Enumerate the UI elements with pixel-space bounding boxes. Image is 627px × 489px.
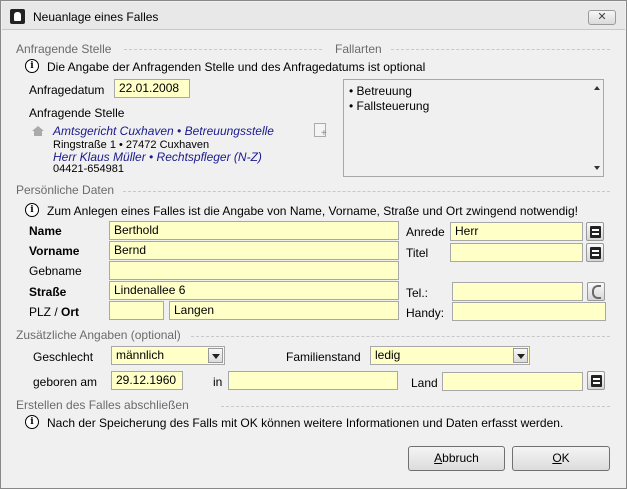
ort-value: Langen: [174, 303, 215, 317]
divider: [391, 49, 610, 50]
ort-field[interactable]: Langen: [169, 301, 399, 320]
scroll-up-icon[interactable]: [594, 86, 600, 90]
familienstand-value: ledig: [375, 348, 401, 362]
divider: [124, 49, 322, 50]
tel-field[interactable]: [452, 282, 583, 301]
info-icon: i: [25, 203, 39, 217]
gebname-label: Gebname: [29, 264, 82, 278]
vorname-value: Bernd: [114, 243, 147, 257]
gebname-field[interactable]: [109, 261, 399, 280]
ok-mnemonic: O: [552, 451, 562, 465]
strasse-field[interactable]: Lindenallee 6: [109, 281, 399, 300]
anfragende-info-text: Die Angabe der Anfragenden Stelle und de…: [47, 60, 426, 74]
titel-field[interactable]: [450, 243, 583, 262]
close-icon: ✕: [597, 11, 607, 23]
name-value: Berthold: [114, 223, 159, 237]
list-icon: [590, 247, 601, 259]
list-icon: [591, 375, 602, 387]
finish-info-text: Nach der Speicherung des Falls mit OK kö…: [47, 416, 564, 430]
section-zusaetzliche-angaben: Zusätzliche Angaben (optional): [16, 328, 181, 342]
divider: [123, 191, 610, 192]
user-icon: [10, 9, 25, 24]
abbruch-label: bbruch: [442, 451, 479, 465]
handy-label: Handy:: [406, 306, 445, 320]
land-label: Land: [411, 376, 438, 390]
section-fallarten: Fallarten: [335, 42, 382, 56]
contact-person-link[interactable]: Herr Klaus Müller • Rechtspfleger (N-Z): [53, 150, 262, 164]
geboren-value: 29.12.1960: [116, 373, 177, 387]
title-bar: Neuanlage eines Falles ✕: [2, 2, 625, 30]
plz-ort-label: PLZ / Ort: [29, 305, 79, 319]
geboren-label: geboren am: [33, 375, 98, 389]
vorname-field[interactable]: Bernd: [109, 241, 399, 260]
ok-label: K: [561, 451, 570, 465]
geschlecht-value: männlich: [116, 348, 165, 362]
section-erstellen: Erstellen des Falles abschließen: [16, 398, 189, 412]
fallarten-list[interactable]: • Betreuung • Fallsteuerung: [343, 79, 604, 177]
geburtsort-field[interactable]: [228, 371, 398, 390]
anfragedatum-field[interactable]: 22.01.2008: [114, 79, 190, 98]
geboren-field[interactable]: 29.12.1960: [111, 371, 183, 390]
anfragedatum-label: Anfragedatum: [29, 83, 105, 97]
chevron-down-icon[interactable]: [513, 348, 528, 363]
strasse-value: Lindenallee 6: [114, 283, 186, 297]
abbruch-button[interactable]: Abbruch: [408, 446, 505, 471]
strasse-label: Straße: [29, 285, 67, 299]
ok-button[interactable]: OK: [512, 446, 610, 471]
geschlecht-dropdown[interactable]: männlich: [111, 346, 225, 365]
name-label: Name: [29, 224, 62, 238]
info-icon: i: [25, 59, 39, 73]
list-item[interactable]: • Betreuung: [349, 84, 412, 98]
phone-icon: [592, 285, 601, 299]
info-icon: i: [25, 415, 39, 429]
land-field[interactable]: [442, 372, 583, 391]
list-item[interactable]: • Fallsteuerung: [349, 99, 429, 113]
contact-phone: 04421-654981: [53, 163, 124, 175]
list-icon: [590, 226, 601, 238]
tel-label: Tel.:: [406, 286, 429, 300]
anfragende-stelle-label: Anfragende Stelle: [29, 106, 125, 120]
anfragende-stelle-link[interactable]: Amtsgericht Cuxhaven • Betreuungsstelle: [53, 124, 274, 138]
close-button[interactable]: ✕: [588, 10, 616, 25]
titel-list-button[interactable]: [586, 243, 604, 262]
anrede-list-button[interactable]: [586, 222, 604, 241]
home-icon[interactable]: [32, 126, 44, 136]
dialog-window: Neuanlage eines Falles ✕ Anfragende Stel…: [0, 0, 627, 489]
anfragedatum-value: 22.01.2008: [119, 81, 180, 95]
scroll-down-icon[interactable]: [594, 166, 600, 170]
anrede-label: Anrede: [406, 225, 445, 239]
in-label: in: [213, 375, 223, 389]
abbruch-mnemonic: A: [434, 451, 443, 465]
plz-label: PLZ /: [29, 305, 58, 319]
section-anfragende-stelle: Anfragende Stelle: [16, 42, 112, 56]
familienstand-label: Familienstand: [286, 350, 361, 364]
add-document-icon[interactable]: [314, 123, 327, 139]
divider: [221, 406, 610, 407]
anrede-value: Herr: [455, 224, 479, 238]
titel-label: Titel: [406, 246, 429, 260]
divider: [191, 336, 610, 337]
anrede-field[interactable]: Herr: [450, 222, 583, 241]
ort-label: Ort: [61, 305, 80, 319]
vorname-label: Vorname: [29, 244, 80, 258]
section-persoenliche-daten: Persönliche Daten: [16, 183, 115, 197]
familienstand-dropdown[interactable]: ledig: [370, 346, 530, 365]
chevron-down-icon[interactable]: [208, 348, 223, 363]
land-list-button[interactable]: [587, 371, 605, 390]
plz-field[interactable]: [109, 301, 164, 320]
phone-button[interactable]: [587, 282, 605, 301]
geschlecht-label: Geschlecht: [33, 350, 94, 364]
personal-info-text: Zum Anlegen eines Falles ist die Angabe …: [47, 204, 578, 218]
window-title: Neuanlage eines Falles: [33, 10, 159, 24]
name-field[interactable]: Berthold: [109, 221, 399, 240]
handy-field[interactable]: [452, 302, 606, 321]
